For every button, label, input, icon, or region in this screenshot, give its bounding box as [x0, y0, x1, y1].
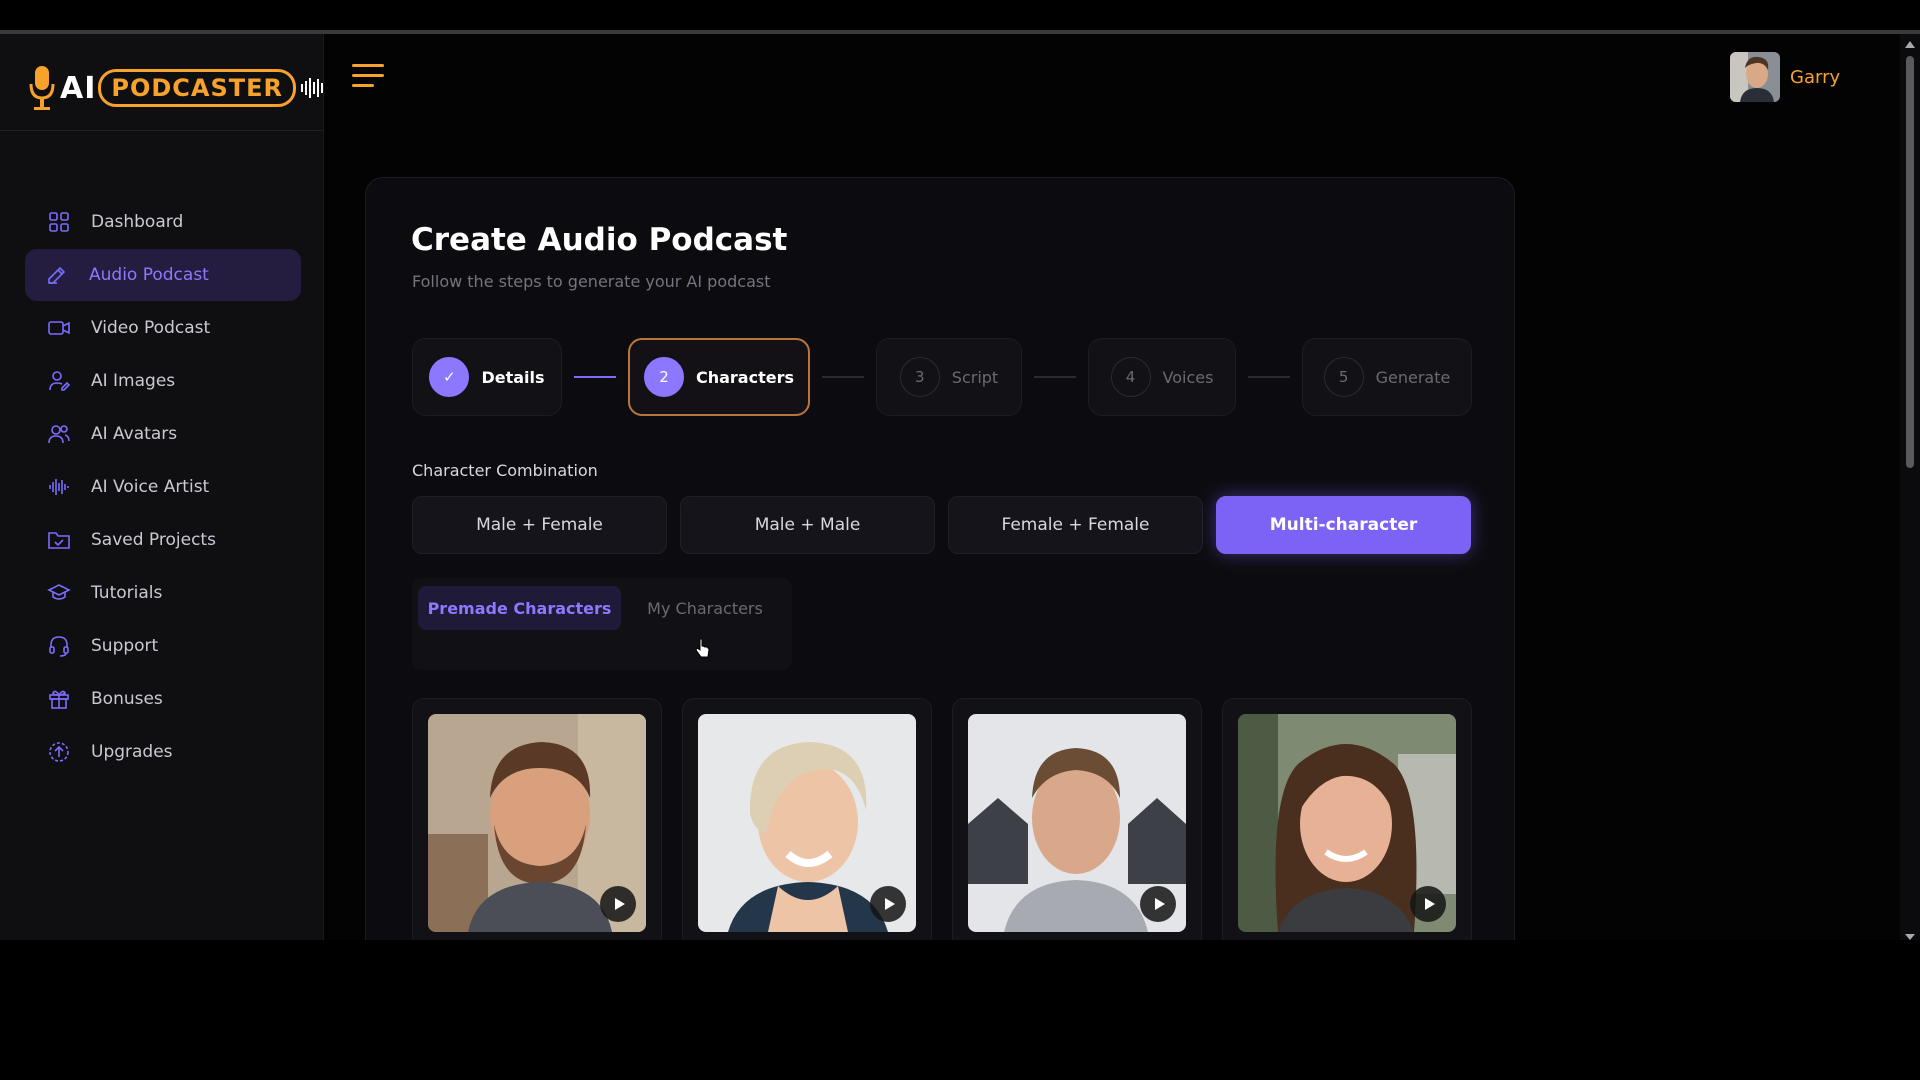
- step-generate[interactable]: 5 Generate: [1302, 338, 1472, 416]
- play-icon[interactable]: [870, 886, 906, 922]
- hamburger-icon[interactable]: [352, 64, 384, 90]
- check-icon: ✓: [429, 357, 470, 397]
- step-number: 5: [1323, 357, 1364, 397]
- sound-wave-icon: [301, 78, 324, 98]
- grid-icon: [47, 210, 71, 234]
- character-photo: [698, 714, 916, 932]
- step-details[interactable]: ✓ Details: [412, 338, 562, 416]
- sidebar-item-label: Upgrades: [91, 742, 173, 762]
- app-logo[interactable]: AI PODCASTER: [28, 58, 324, 118]
- stepper: ✓ Details 2 Characters 3 Script 4 Voices…: [412, 338, 1472, 416]
- step-label: Voices: [1162, 367, 1214, 387]
- sidebar-item-label: AI Images: [91, 371, 176, 391]
- sidebar-item-ai-voice-artist[interactable]: AI Voice Artist: [25, 461, 301, 513]
- step-connector: [1248, 376, 1290, 378]
- create-podcast-card: Create Audio Podcast Follow the steps to…: [365, 177, 1515, 940]
- waveform-icon: [47, 475, 71, 499]
- step-label: Script: [951, 367, 999, 387]
- sidebar-item-label: Tutorials: [91, 583, 163, 603]
- tab-my-characters[interactable]: My Characters: [630, 586, 780, 630]
- sidebar-item-ai-images[interactable]: AI Images: [25, 355, 301, 407]
- character-card[interactable]: [412, 698, 662, 940]
- gift-icon: [47, 687, 71, 711]
- tab-premade-characters[interactable]: Premade Characters: [418, 586, 621, 630]
- character-card[interactable]: [952, 698, 1202, 940]
- scroll-down-icon[interactable]: [1905, 934, 1915, 940]
- logo-ai-text: AI: [60, 70, 97, 106]
- microphone-icon: [28, 64, 56, 112]
- users-icon: [47, 422, 71, 446]
- sidebar-item-label: Audio Podcast: [89, 265, 209, 285]
- character-combination-label: Character Combination: [412, 461, 598, 480]
- character-source-tabs: Premade Characters My Characters: [412, 578, 792, 670]
- sidebar-item-label: Saved Projects: [91, 530, 216, 550]
- step-label: Characters: [695, 367, 794, 387]
- step-connector: [574, 376, 616, 378]
- upgrade-arrow-icon: [47, 740, 71, 764]
- combo-female-female[interactable]: Female + Female: [948, 496, 1203, 554]
- step-label: Details: [481, 367, 545, 387]
- step-connector: [822, 376, 864, 378]
- vertical-scrollbar[interactable]: [1900, 34, 1920, 940]
- sidebar-item-label: Bonuses: [91, 689, 163, 709]
- sidebar-item-saved-projects[interactable]: Saved Projects: [25, 514, 301, 566]
- character-card[interactable]: [682, 698, 932, 940]
- step-characters[interactable]: 2 Characters: [628, 338, 810, 416]
- step-number: 2: [643, 357, 684, 397]
- character-card[interactable]: [1222, 698, 1472, 940]
- scroll-up-icon[interactable]: [1905, 41, 1915, 48]
- combo-male-male[interactable]: Male + Male: [680, 496, 935, 554]
- sidebar-item-dashboard[interactable]: Dashboard: [25, 196, 301, 248]
- sidebar-item-label: Dashboard: [91, 212, 184, 232]
- play-icon[interactable]: [1410, 886, 1446, 922]
- sidebar: AI PODCASTER Dashboard Audio Podcast Vid…: [0, 34, 324, 940]
- page-title: Create Audio Podcast: [411, 222, 788, 258]
- sidebar-item-video-podcast[interactable]: Video Podcast: [25, 302, 301, 354]
- user-menu[interactable]: Garry: [1730, 52, 1840, 102]
- user-name[interactable]: Garry: [1790, 67, 1840, 88]
- sidebar-item-label: Support: [91, 636, 159, 656]
- user-edit-icon: [47, 369, 71, 393]
- combo-male-female[interactable]: Male + Female: [412, 496, 667, 554]
- avatar[interactable]: [1730, 52, 1780, 102]
- combo-multi-character[interactable]: Multi-character: [1216, 496, 1471, 554]
- page-subtitle: Follow the steps to generate your AI pod…: [412, 272, 771, 291]
- sidebar-item-label: AI Avatars: [91, 424, 178, 444]
- step-script[interactable]: 3 Script: [876, 338, 1022, 416]
- logo-podcaster-text: PODCASTER: [98, 69, 297, 107]
- character-photo: [968, 714, 1186, 932]
- video-camera-icon: [47, 316, 71, 340]
- step-connector: [1034, 376, 1076, 378]
- folder-check-icon: [47, 528, 71, 552]
- pen-icon: [45, 263, 69, 287]
- step-number: 3: [899, 357, 940, 397]
- sidebar-item-ai-avatars[interactable]: AI Avatars: [25, 408, 301, 460]
- step-label: Generate: [1375, 367, 1451, 387]
- character-photo: [428, 714, 646, 932]
- sidebar-item-label: Video Podcast: [91, 318, 211, 338]
- sidebar-item-tutorials[interactable]: Tutorials: [25, 567, 301, 619]
- play-icon[interactable]: [600, 886, 636, 922]
- headset-icon: [47, 634, 71, 658]
- sidebar-item-support[interactable]: Support: [25, 620, 301, 672]
- sidebar-item-bonuses[interactable]: Bonuses: [25, 673, 301, 725]
- step-number: 4: [1110, 357, 1151, 397]
- mouse-cursor: [695, 638, 710, 658]
- sidebar-item-upgrades[interactable]: Upgrades: [25, 726, 301, 778]
- sidebar-item-audio-podcast[interactable]: Audio Podcast: [25, 249, 301, 301]
- graduation-cap-icon: [47, 581, 71, 605]
- step-voices[interactable]: 4 Voices: [1088, 338, 1236, 416]
- sidebar-divider: [0, 130, 324, 131]
- sidebar-item-label: AI Voice Artist: [91, 477, 210, 497]
- character-photo: [1238, 714, 1456, 932]
- play-icon[interactable]: [1140, 886, 1176, 922]
- sidebar-nav: Dashboard Audio Podcast Video Podcast AI…: [25, 196, 301, 779]
- app-viewport: AI PODCASTER Dashboard Audio Podcast Vid…: [0, 34, 1920, 940]
- scrollbar-thumb[interactable]: [1906, 56, 1914, 468]
